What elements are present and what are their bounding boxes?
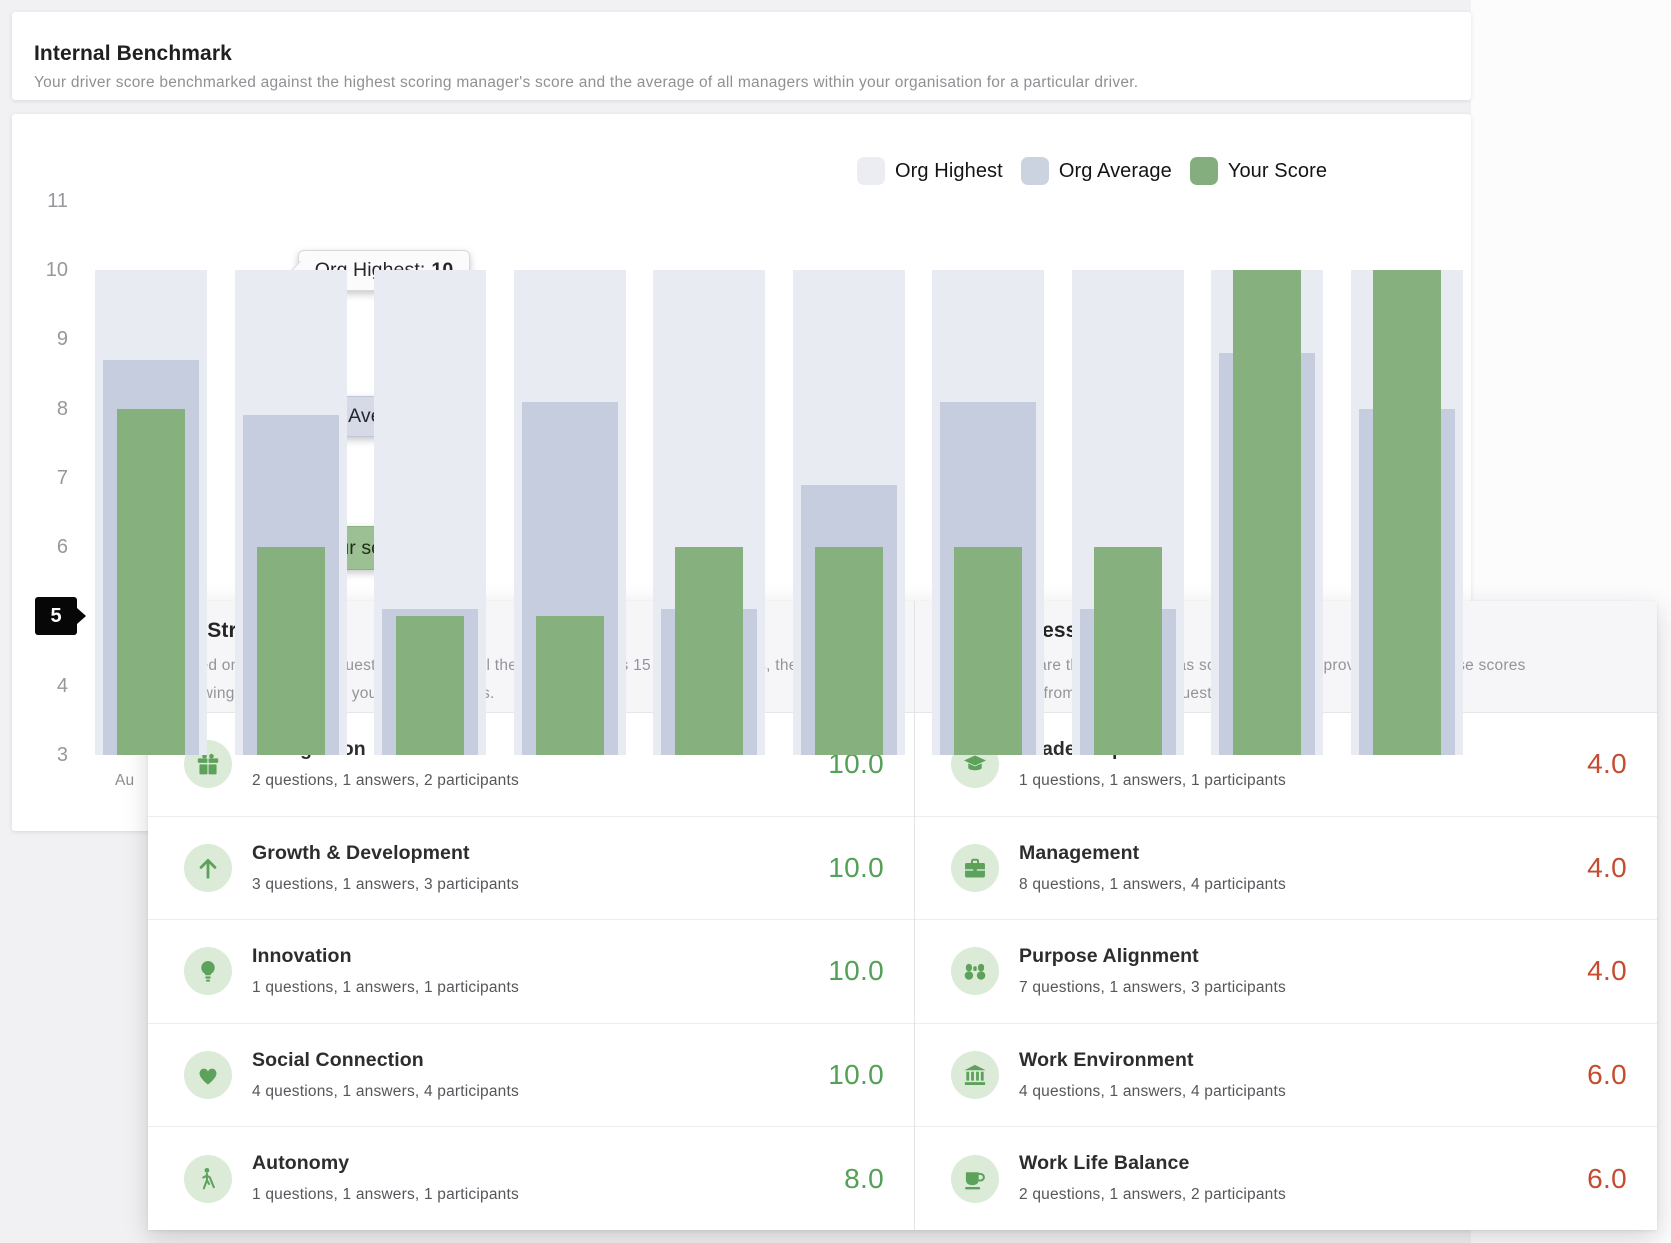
- heart-icon: [184, 1051, 232, 1099]
- bar-your-score[interactable]: [1373, 270, 1441, 755]
- bar-your-score[interactable]: [536, 616, 604, 755]
- driver-row-social-connection[interactable]: Social Connection 4 questions, 1 answers,…: [148, 1023, 914, 1127]
- driver-score: 4.0: [1587, 748, 1627, 780]
- driver-row-work-life-balance[interactable]: Work Life Balance 2 questions, 1 answers,…: [915, 1126, 1657, 1230]
- person-icon: [184, 1155, 232, 1203]
- driver-name: Purpose Alignment: [1019, 945, 1199, 968]
- lightbulb-icon: [184, 947, 232, 995]
- legend-item-your-score[interactable]: Your Score: [1190, 157, 1327, 185]
- y-axis-tick: 4: [12, 674, 68, 698]
- driver-meta: 2 questions, 1 answers, 2 participants: [252, 772, 519, 790]
- coffee-icon: [951, 1155, 999, 1203]
- driver-row-growth-development[interactable]: Growth & Development 3 questions, 1 answe…: [148, 816, 914, 920]
- driver-score: 4.0: [1587, 955, 1627, 987]
- y-axis-tick: 11: [12, 189, 68, 213]
- driver-meta: 2 questions, 1 answers, 2 participants: [1019, 1186, 1286, 1204]
- x-axis-label: Au: [115, 772, 134, 790]
- weaknesses-list: Leadership1 questions, 1 answers, 1 part…: [915, 713, 1657, 1230]
- driver-row-innovation[interactable]: Innovation 1 questions, 1 answers, 1 part…: [148, 919, 914, 1023]
- bar-your-score[interactable]: [815, 547, 883, 755]
- driver-score: 6.0: [1587, 1163, 1627, 1195]
- driver-meta: 4 questions, 1 answers, 4 participants: [252, 1083, 519, 1101]
- binoculars-icon: [951, 947, 999, 995]
- driver-meta: 4 questions, 1 answers, 4 participants: [1019, 1083, 1286, 1101]
- driver-score: 4.0: [1587, 852, 1627, 884]
- driver-meta: 1 questions, 1 answers, 1 participants: [1019, 772, 1286, 790]
- driver-score: 10.0: [828, 1059, 884, 1091]
- driver-name: Autonomy: [252, 1152, 349, 1175]
- driver-name: Management: [1019, 842, 1139, 865]
- y-axis-highlighted-tick: 5: [35, 597, 77, 635]
- legend-swatch-icon: [857, 157, 885, 185]
- chart-legend: Org Highest Org Average Your Score: [857, 157, 1327, 185]
- y-axis-tick: 3: [12, 743, 68, 767]
- y-axis-tick: 8: [12, 397, 68, 421]
- driver-row-work-environment[interactable]: Work Environment 4 questions, 1 answers, …: [915, 1023, 1657, 1127]
- driver-name: Work Life Balance: [1019, 1152, 1189, 1175]
- arrow-up-icon: [184, 844, 232, 892]
- driver-score: 10.0: [828, 852, 884, 884]
- bar-your-score[interactable]: [954, 547, 1022, 755]
- driver-meta: 8 questions, 1 answers, 4 participants: [1019, 876, 1286, 894]
- bank-icon: [951, 1051, 999, 1099]
- legend-label: Org Average: [1059, 160, 1172, 183]
- legend-label: Org Highest: [895, 160, 1003, 183]
- driver-name: Growth & Development: [252, 842, 470, 865]
- bar-your-score[interactable]: [257, 547, 325, 755]
- driver-score: 8.0: [844, 1163, 884, 1195]
- strengths-list: Recognition2 questions, 1 answers, 2 par…: [148, 713, 914, 1230]
- legend-label: Your Score: [1228, 160, 1327, 183]
- bar-your-score[interactable]: [1233, 270, 1301, 755]
- driver-meta: 7 questions, 1 answers, 3 participants: [1019, 979, 1286, 997]
- driver-meta: 1 questions, 1 answers, 1 participants: [252, 1186, 519, 1204]
- driver-name: Work Environment: [1019, 1049, 1194, 1072]
- internal-benchmark-card: Internal Benchmark Your driver score ben…: [12, 12, 1471, 100]
- driver-row-autonomy[interactable]: Autonomy 1 questions, 1 answers, 1 partic…: [148, 1126, 914, 1230]
- legend-swatch-icon: [1190, 157, 1218, 185]
- driver-name: Innovation: [252, 945, 352, 968]
- driver-row-purpose-alignment[interactable]: Purpose Alignment 7 questions, 1 answers,…: [915, 919, 1657, 1023]
- legend-swatch-icon: [1021, 157, 1049, 185]
- bar-your-score[interactable]: [675, 547, 743, 755]
- legend-item-org-average[interactable]: Org Average: [1021, 157, 1172, 185]
- page-subtitle: Your driver score benchmarked against th…: [34, 74, 1138, 92]
- y-axis-tick: 10: [12, 258, 68, 282]
- driver-meta: 3 questions, 1 answers, 3 participants: [252, 876, 519, 894]
- bar-your-score[interactable]: [117, 409, 185, 756]
- bar-your-score[interactable]: [396, 616, 464, 755]
- driver-row-management[interactable]: Management 8 questions, 1 answers, 4 part…: [915, 816, 1657, 920]
- bar-your-score[interactable]: [1094, 547, 1162, 755]
- y-axis-tick: 9: [12, 327, 68, 351]
- driver-score: 10.0: [828, 955, 884, 987]
- y-axis-tick: 7: [12, 466, 68, 490]
- y-axis-tick: 6: [12, 535, 68, 559]
- briefcase-icon: [951, 844, 999, 892]
- driver-meta: 1 questions, 1 answers, 1 participants: [252, 979, 519, 997]
- driver-score: 6.0: [1587, 1059, 1627, 1091]
- driver-name: Social Connection: [252, 1049, 424, 1072]
- page-title: Internal Benchmark: [34, 42, 232, 66]
- legend-item-org-highest[interactable]: Org Highest: [857, 157, 1003, 185]
